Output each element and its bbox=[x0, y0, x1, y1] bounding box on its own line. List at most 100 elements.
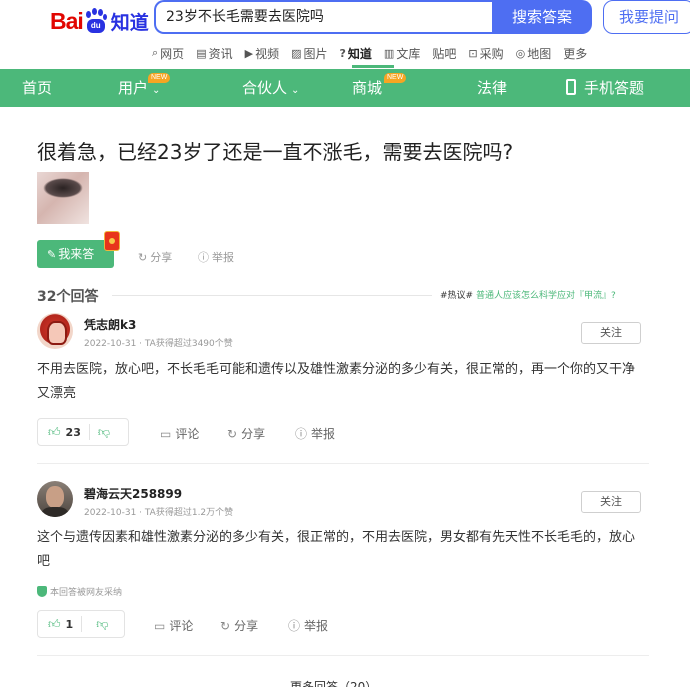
report-link[interactable]: ⓘ 举报 bbox=[288, 617, 328, 634]
subnav-label: 更多 bbox=[563, 46, 588, 61]
search-input[interactable] bbox=[166, 8, 486, 24]
subnav-label: 资讯 bbox=[208, 46, 233, 61]
subnav-item-tieba[interactable]: 贴吧 bbox=[432, 44, 456, 62]
answer-divider bbox=[37, 655, 649, 656]
report-link[interactable]: ⓘ 举报 bbox=[295, 425, 335, 442]
hot-topic-link[interactable]: #热议# 普通人应该怎么科学应对『甲流』? bbox=[440, 288, 616, 301]
comment-link[interactable]: ▭ 评论 bbox=[154, 617, 193, 634]
follow-button[interactable]: 关注 bbox=[581, 491, 641, 513]
red-envelope-icon bbox=[104, 231, 120, 251]
upvote-button[interactable]: 👍︎ 1 bbox=[38, 616, 83, 632]
header-divider bbox=[112, 295, 432, 296]
answer-meta: 2022-10-31 · TA获得超过3490个赞 bbox=[84, 339, 233, 349]
upvote-count: 1 bbox=[65, 617, 74, 631]
avatar[interactable] bbox=[37, 481, 73, 517]
thumbs-down-icon: 👎︎ bbox=[97, 424, 111, 439]
question-report-label: 举报 bbox=[212, 251, 234, 264]
new-badge: NEW bbox=[148, 73, 171, 83]
thumbs-up-icon: 👍︎ bbox=[48, 616, 61, 631]
baidu-zhidao-logo[interactable]: Bai du 知道 bbox=[50, 6, 149, 36]
subnav-label: 贴吧 bbox=[432, 46, 457, 61]
subnav-label: 采购 bbox=[479, 46, 504, 61]
subnav-item-wenku[interactable]: ▥ 文库 bbox=[384, 44, 420, 62]
downvote-button[interactable]: 👎︎ bbox=[90, 425, 120, 440]
comment-icon: ▭ bbox=[154, 618, 166, 633]
report-icon: ⓘ bbox=[198, 251, 209, 264]
answer-button[interactable]: ✎ 我来答 bbox=[37, 240, 114, 268]
comment-label: 评论 bbox=[175, 427, 200, 441]
logo-zhidao-text: 知道 bbox=[110, 11, 149, 34]
subnav-item-map[interactable]: ◎ 地图 bbox=[516, 44, 552, 62]
subnav-label: 地图 bbox=[527, 46, 552, 61]
share-label: 分享 bbox=[241, 427, 266, 441]
follow-button[interactable]: 关注 bbox=[581, 322, 641, 344]
answer-username[interactable]: 碧海云天258899 bbox=[84, 485, 182, 502]
subnav-item-web[interactable]: ⌕ 网页 bbox=[152, 44, 184, 62]
logo-bai-text: Bai bbox=[50, 7, 84, 34]
subnav-label: 视频 bbox=[255, 46, 280, 61]
subnav-item-zhidao[interactable]: ? 知道 bbox=[340, 44, 372, 62]
nav-mobile-answer[interactable]: 手机答题 bbox=[566, 69, 644, 107]
share-link[interactable]: ↻ 分享 bbox=[220, 617, 258, 634]
nav-home[interactable]: 首页 bbox=[22, 69, 52, 107]
shield-check-icon bbox=[37, 586, 47, 597]
subnav-item-video[interactable]: ▶ 视频 bbox=[245, 44, 279, 62]
subnav-item-news[interactable]: ▤ 资讯 bbox=[196, 44, 232, 62]
search-icon: ⌕ bbox=[152, 46, 159, 59]
pencil-icon: ✎ bbox=[47, 248, 57, 261]
share-icon: ↻ bbox=[138, 250, 148, 264]
search-answers-button[interactable]: 搜索答案 bbox=[492, 0, 592, 34]
share-label: 分享 bbox=[234, 619, 259, 633]
nav-law[interactable]: 法律 bbox=[477, 69, 507, 107]
answer-text: 不用去医院，放心吧，不长毛毛可能和遗传以及雄性激素分泌的多少有关，很正常的，再一… bbox=[37, 362, 636, 401]
vote-box: 👍︎ 23 👎︎ bbox=[37, 418, 129, 446]
upvote-count: 23 bbox=[65, 425, 81, 439]
question-image-thumbnail[interactable] bbox=[37, 172, 89, 224]
subnav-item-more[interactable]: 更多 bbox=[563, 44, 587, 62]
nav-mall[interactable]: 商城 bbox=[352, 69, 382, 107]
upvote-button[interactable]: 👍︎ 23 bbox=[38, 424, 90, 440]
document-icon: ▥ bbox=[383, 46, 395, 60]
hot-topic-tag: #热议# bbox=[440, 291, 474, 301]
nav-mobile-label: 手机答题 bbox=[584, 79, 645, 97]
answer-username[interactable]: 凭志朗k3 bbox=[84, 316, 136, 333]
hot-topic-text: 普通人应该怎么科学应对『甲流』? bbox=[475, 291, 616, 301]
answer-button-label: 我来答 bbox=[58, 247, 95, 261]
map-pin-icon: ◎ bbox=[515, 46, 526, 60]
logo-du-text: du bbox=[86, 19, 105, 33]
vote-box: 👍︎ 1 👎︎ bbox=[37, 610, 125, 638]
comment-icon: ▭ bbox=[160, 426, 172, 441]
answer-count: 32个回答 bbox=[37, 289, 99, 305]
answer-text: 这个与遗传因素和雄性激素分泌的多少有关，很正常的，不用去医院，男女都有先天性不长… bbox=[37, 530, 636, 569]
nav-partner[interactable]: 合伙人 ⌄ bbox=[242, 69, 299, 107]
subnav-item-images[interactable]: ▨ 图片 bbox=[291, 44, 327, 62]
question-title: 很着急，已经23岁了还是一直不涨毛，需要去医院吗? bbox=[37, 140, 514, 164]
subnav-label: 网页 bbox=[160, 46, 185, 61]
chevron-down-icon: ⌄ bbox=[291, 85, 300, 96]
subnav-label: 知道 bbox=[347, 46, 372, 61]
phone-icon bbox=[566, 79, 576, 95]
more-answers-link[interactable]: 更多回答（20） bbox=[290, 678, 377, 687]
question-share-link[interactable]: ↻ 分享 bbox=[138, 249, 172, 265]
question-report-link[interactable]: ⓘ 举报 bbox=[198, 249, 234, 265]
comment-label: 评论 bbox=[169, 619, 194, 633]
answer-divider bbox=[37, 463, 649, 464]
baidu-paw-icon: du bbox=[84, 8, 108, 34]
downvote-button[interactable]: 👎︎ bbox=[82, 617, 118, 632]
avatar[interactable] bbox=[37, 313, 73, 349]
comment-link[interactable]: ▭ 评论 bbox=[160, 425, 199, 442]
ask-question-button[interactable]: 我要提问 bbox=[603, 0, 690, 34]
share-icon: ↻ bbox=[220, 618, 231, 633]
report-icon: ⓘ bbox=[295, 427, 308, 441]
report-icon: ⓘ bbox=[288, 619, 301, 633]
image-icon: ▨ bbox=[291, 46, 302, 60]
subnav-item-purchase[interactable]: ⊡ 采购 bbox=[468, 44, 503, 62]
report-label: 举报 bbox=[311, 427, 336, 441]
top-bar: Bai du 知道 搜索答案 我要提问 ⌕网页 ▤资讯 ▶视频 ▨图片 ?知道 … bbox=[0, 0, 690, 68]
adopted-badge: 本回答被网友采纳 bbox=[37, 585, 122, 598]
answer-meta: 2022-10-31 · TA获得超过1.2万个赞 bbox=[84, 508, 234, 518]
question-icon: ? bbox=[339, 46, 346, 60]
adopted-label: 本回答被网友采纳 bbox=[50, 588, 123, 598]
subnav-label: 文库 bbox=[396, 46, 421, 61]
share-link[interactable]: ↻ 分享 bbox=[227, 425, 265, 442]
